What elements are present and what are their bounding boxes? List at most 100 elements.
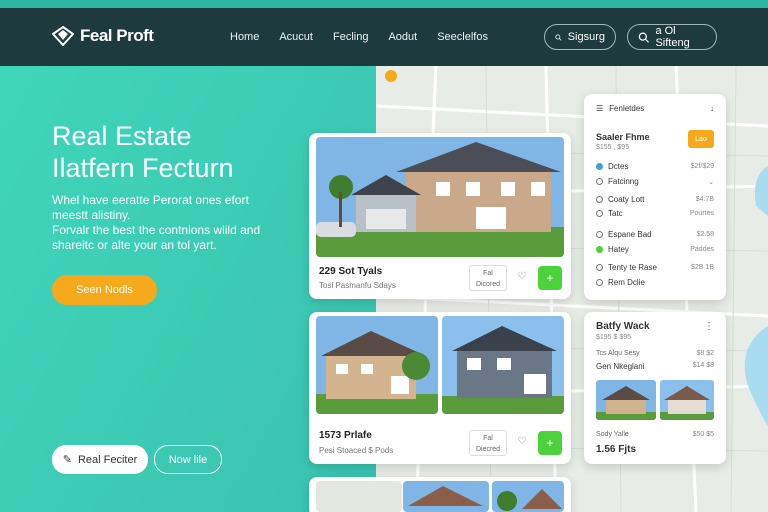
hero-subtitle: Whel have eeratte Perorat ones efort mee… — [52, 193, 277, 253]
search-button[interactable]: Sigsurg — [544, 24, 616, 50]
filter-row-value: $2f/$29 — [690, 163, 714, 170]
filter-button[interactable]: ✎ Real Feciter — [52, 445, 148, 474]
house-image — [316, 316, 438, 414]
filter-row-value: Pourtes — [689, 210, 714, 217]
chevron-down-icon[interactable]: ⌄ — [708, 178, 714, 186]
listing-subtext: Pesi Stoaced $ Pods — [319, 446, 394, 455]
filter-row-label: Espane Bad — [608, 230, 652, 239]
listing-photo[interactable] — [492, 481, 564, 512]
filter-row-label: Coaty Lott — [608, 195, 645, 204]
logo-icon — [52, 26, 74, 46]
main-nav: Home Acucut Fecling Aodut Seeclelfos — [230, 31, 488, 43]
listing-photo[interactable] — [316, 137, 564, 257]
house-image — [492, 481, 564, 512]
nav-item-home[interactable]: Home — [230, 31, 259, 43]
checkbox-icon — [596, 196, 603, 203]
property-detail-panel[interactable]: Batfy Wack ⋮ $195 $ $95 Tcs Alqu Sesy $8… — [584, 312, 726, 464]
checkbox-icon — [596, 178, 603, 185]
filter-panel-price: $155 , $95 — [596, 144, 630, 151]
sign-in-button[interactable]: a Ol Sifteng — [627, 24, 717, 50]
cta-button[interactable]: Seen Nodls — [52, 275, 157, 305]
listing-map-thumb[interactable] — [316, 481, 402, 512]
detail-title: Batfy Wack — [596, 321, 650, 332]
logo[interactable]: Feal Proft — [52, 26, 154, 46]
filter-panel-header: ☰ Fenletdes ↓ — [596, 104, 714, 113]
hero-sub-line2: meestt alistiny. — [52, 208, 131, 222]
nav-item-3[interactable]: Fecling — [333, 31, 368, 43]
plus-icon: + — [546, 271, 554, 285]
status-value: Diecred — [475, 446, 501, 453]
detail-photo[interactable] — [660, 380, 714, 420]
filter-row[interactable]: Espane Bad $2.58 — [596, 230, 714, 239]
status-label: Fal — [483, 435, 493, 442]
filter-row-label: Dctes — [608, 162, 629, 171]
listing-status-box: Fal Dicored — [469, 265, 507, 291]
nav-item-4[interactable]: Aodut — [388, 31, 417, 43]
detail-photo[interactable] — [596, 380, 656, 420]
filter-row-value: $2.58 — [696, 231, 714, 238]
checkbox-icon — [596, 279, 603, 286]
filter-row[interactable]: Tenty te Rase $2B 1B — [596, 263, 714, 272]
listing-photo[interactable] — [442, 316, 564, 414]
listing-address: 229 Sot Tyals — [319, 266, 383, 277]
add-listing-button[interactable]: + — [538, 266, 562, 290]
pin-icon[interactable]: ♡ — [515, 436, 529, 450]
listing-card[interactable] — [309, 477, 571, 512]
pencil-icon: ✎ — [62, 454, 72, 466]
search-icon — [555, 34, 562, 41]
filter-row-label: Tatc — [608, 209, 623, 218]
filter-row[interactable]: Fatcinng ⌄ — [596, 177, 714, 186]
menu-icon[interactable]: ☰ — [596, 104, 603, 113]
filter-row-label: Hatey — [608, 245, 629, 254]
filter-row-label: Rem Dclie — [608, 278, 645, 287]
filter-row-value: $4.7B — [695, 196, 714, 203]
pin-icon[interactable]: ♡ — [515, 271, 529, 285]
house-image — [403, 481, 489, 512]
listing-card[interactable]: 229 Sot Tyals Tosl Pasmanfu Sdays Fal Di… — [309, 133, 571, 299]
plus-icon: + — [546, 436, 554, 450]
nav-item-5[interactable]: Seeclelfos — [437, 31, 488, 43]
hero-title-line2: Ilatfern Fecturn — [52, 153, 234, 183]
detail-price: 1.56 Fjts — [596, 444, 637, 455]
filter-row[interactable]: Hatey Paddes — [596, 245, 714, 254]
listing-subtext: Tosl Pasmanfu Sdays — [319, 281, 396, 290]
filter-panel-label: Fenletdes — [609, 104, 645, 113]
filter-row[interactable]: Rem Dclie — [596, 278, 714, 287]
hero-sub-line3: Forvalr the best the contnions wiild and — [52, 223, 261, 237]
status-label: Fal — [483, 270, 493, 277]
filter-row-value: $2B 1B — [691, 264, 714, 271]
view-now-button[interactable]: Now lile — [154, 445, 222, 474]
hero-sub-line1: Whel have eeratte Perorat ones efort — [52, 193, 249, 207]
more-options-icon[interactable]: ⋮ — [704, 321, 714, 332]
download-icon[interactable]: ↓ — [710, 104, 714, 113]
filter-row[interactable]: Tatc Pourtes — [596, 209, 714, 218]
sign-in-label: a Ol Sifteng — [655, 25, 690, 49]
filter-row-label: Fatcinng — [608, 177, 639, 186]
filter-apply-button[interactable]: Lao — [688, 130, 714, 148]
listing-status-box: Fal Diecred — [469, 430, 507, 456]
checkbox-icon — [596, 210, 603, 217]
top-navbar: Feal Proft Home Acucut Fecling Aodut See… — [0, 0, 768, 66]
listing-card[interactable]: 1573 Prlafe Pesi Stoaced $ Pods Fal Diec… — [309, 312, 571, 464]
detail-section-value: $14 $8 — [692, 362, 714, 369]
hero-sub-line4: shareitc or alte your an tol yart. — [52, 238, 217, 252]
listing-photo[interactable] — [316, 316, 438, 414]
logo-text: Feal Proft — [80, 26, 154, 45]
filter-panel-title: Saaler Fhme — [596, 132, 650, 142]
filter-row[interactable]: Coaty Lott $4.7B — [596, 195, 714, 204]
nav-item-2[interactable]: Acucut — [279, 31, 313, 43]
filter-button-label: Real Feciter — [77, 453, 138, 466]
hero-title-line1: Real Estate — [52, 121, 192, 151]
detail-bottom-label: Sody Yalle — [596, 431, 629, 438]
detail-section-label: Gen Nkeglani — [596, 362, 645, 371]
house-image — [442, 316, 564, 414]
hero-title: Real Estate Ilatfern Fecturn — [52, 120, 234, 184]
search-icon — [638, 31, 649, 43]
detail-info-label: Tcs Alqu Sesy — [596, 350, 640, 357]
filter-panel: ☰ Fenletdes ↓ Saaler Fhme $155 , $95 Lao… — [584, 94, 726, 300]
add-listing-button[interactable]: + — [538, 431, 562, 455]
checkbox-icon — [596, 264, 603, 271]
detail-price-range: $195 $ $95 — [596, 334, 632, 341]
filter-row[interactable]: Dctes $2f/$29 — [596, 162, 714, 171]
listing-photo[interactable] — [403, 481, 489, 512]
